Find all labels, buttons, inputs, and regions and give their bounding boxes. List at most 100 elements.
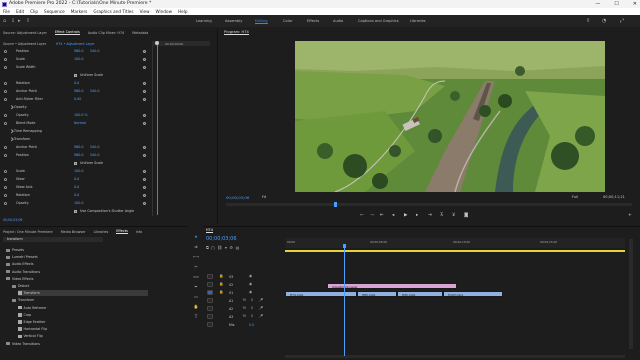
effect-controls-tab-0[interactable]: Source: Adjustment Layer [3, 31, 47, 35]
fit-dropdown[interactable]: Fit [262, 195, 266, 199]
pen-tool-icon[interactable]: ✒ [193, 284, 199, 290]
sequence-clip-label[interactable]: H74 • Adjustment Layer [56, 42, 95, 46]
track-target-toggle[interactable] [207, 290, 213, 295]
property-value[interactable]: 960.0 [74, 48, 83, 54]
property-value[interactable]: Normal [74, 120, 86, 126]
menu-item-markers[interactable]: Markers [71, 8, 88, 15]
reset-icon[interactable] [143, 89, 146, 93]
track-target-toggle[interactable] [207, 274, 213, 279]
export-icon[interactable]: ⇧ [26, 18, 30, 24]
program-timecode[interactable]: 00;00;03;06 [226, 195, 249, 200]
timeline-horizontal-scrollbar[interactable] [285, 355, 625, 358]
effects-tree-item[interactable]: Crop [18, 312, 198, 318]
project-tab-4[interactable]: Info [136, 230, 142, 234]
effects-tree-item[interactable]: Presets [6, 247, 186, 253]
stopwatch-icon[interactable] [4, 58, 7, 61]
stopwatch-icon[interactable] [4, 186, 7, 189]
workspace-tab-libraries[interactable]: Libraries [410, 19, 426, 23]
workspace-tab-effects[interactable]: Effects [307, 19, 319, 23]
play-icon[interactable]: ▶ [404, 213, 407, 218]
stopwatch-icon[interactable] [4, 202, 7, 205]
effects-search-input[interactable]: transform [3, 237, 103, 242]
property-value[interactable]: 960.0 [74, 152, 83, 158]
reset-icon[interactable] [143, 201, 146, 205]
go-to-out-icon[interactable]: ⇥ [428, 213, 432, 218]
effects-tree-item[interactable]: Auto Reframe [18, 305, 198, 311]
reset-icon[interactable] [143, 193, 146, 197]
timeline-clip[interactable]: H95.mp4 [397, 291, 443, 297]
reset-icon[interactable] [143, 145, 146, 149]
selection-tool-icon[interactable]: ➤ [193, 234, 199, 240]
effects-tree-item[interactable]: Audio Effects [6, 261, 186, 267]
uniform-checkbox[interactable] [74, 209, 77, 213]
voiceover-icon[interactable]: 🎤 [259, 298, 263, 302]
menu-item-help[interactable]: Help [178, 8, 188, 15]
stopwatch-icon[interactable] [4, 178, 7, 181]
nest-icon[interactable]: ⧉ [206, 245, 209, 250]
solo-icon[interactable]: S [251, 298, 253, 302]
effects-tree-item[interactable]: Video Transitions [6, 341, 186, 347]
workspace-tab-audio[interactable]: Audio [333, 19, 343, 23]
stopwatch-icon[interactable] [4, 170, 7, 173]
timeline-clip[interactable]: H85.mp4 [357, 291, 397, 297]
uniform-checkbox[interactable] [74, 73, 77, 77]
step-forward-icon[interactable]: ▸ [416, 213, 418, 218]
twirl-icon[interactable] [9, 137, 14, 142]
project-tab-3[interactable]: Effects [116, 229, 128, 234]
property-value[interactable]: 0.0 [74, 80, 79, 86]
rectangle-tool-icon[interactable]: ▭ [193, 294, 199, 300]
mix-value[interactable]: 0.0 [249, 323, 254, 327]
effect-controls-tab-3[interactable]: Metadata [132, 31, 148, 35]
mark-in-icon[interactable]: ⌐ [360, 213, 364, 218]
timeline-clip[interactable]: H103.mp4 [443, 291, 503, 297]
workspace-tab-assembly[interactable]: Assembly [225, 19, 242, 23]
property-value[interactable]: 0.00 [74, 96, 81, 102]
workspace-tab-color[interactable]: Color [283, 19, 292, 23]
toggle-output-icon[interactable]: ◉ [249, 282, 252, 286]
property-value[interactable]: 0.0 [74, 192, 79, 198]
extract-icon[interactable]: ⊻ [452, 213, 455, 218]
effects-tree-item[interactable]: Transform [12, 297, 192, 303]
menu-item-window[interactable]: Window [156, 8, 173, 15]
program-playhead[interactable] [334, 202, 337, 207]
property-value-2[interactable]: 540.0 [90, 144, 99, 150]
track-lock-icon[interactable]: 🔒 [219, 274, 223, 278]
menu-item-view[interactable]: View [140, 8, 150, 15]
quick-export-icon[interactable]: ⇪ [586, 18, 590, 24]
effects-tree-item[interactable]: Audio Transitions [6, 269, 186, 275]
type-tool-icon[interactable]: T [193, 314, 199, 320]
stopwatch-icon[interactable] [4, 90, 7, 93]
stopwatch-icon[interactable] [4, 66, 7, 69]
slip-tool-icon[interactable]: ⟺ [193, 274, 199, 280]
mute-icon[interactable]: M [243, 306, 246, 310]
lift-icon[interactable]: ⊼ [440, 213, 443, 218]
voiceover-icon[interactable]: 🎤 [259, 306, 263, 310]
timeline-clip[interactable]: H74.mp4 [285, 291, 357, 297]
add-marker-icon[interactable]: ▾ [225, 245, 227, 250]
workspace-tab-captions-and-graphics[interactable]: Captions and Graphics [358, 19, 399, 23]
mute-icon[interactable]: M [243, 314, 246, 318]
mute-icon[interactable]: M [243, 298, 246, 302]
track-target-toggle[interactable] [207, 306, 213, 311]
solo-icon[interactable]: S [251, 306, 253, 310]
reset-icon[interactable] [143, 49, 146, 53]
stopwatch-icon[interactable] [4, 122, 7, 125]
notifications-icon[interactable]: ◔ [602, 18, 606, 24]
track-lock-icon[interactable]: 🔒 [219, 290, 223, 294]
stopwatch-icon[interactable] [4, 194, 7, 197]
reset-icon[interactable] [143, 169, 146, 173]
quality-dropdown[interactable]: Full [572, 195, 578, 199]
mark-out-icon[interactable]: ¬ [370, 213, 374, 218]
menu-item-file[interactable]: File [3, 8, 10, 15]
linked-selection-icon[interactable]: ⛓ [217, 245, 222, 250]
stopwatch-icon[interactable] [4, 98, 7, 101]
captions-icon[interactable]: ▤ [236, 245, 240, 250]
property-value[interactable]: 0.0 [74, 184, 79, 190]
reset-icon[interactable] [143, 185, 146, 189]
uniform-checkbox[interactable] [74, 161, 77, 165]
voiceover-icon[interactable]: 🎤 [259, 314, 263, 318]
property-value[interactable]: 960.0 [74, 88, 83, 94]
home-icon[interactable]: ⌂ [3, 18, 6, 24]
export-frame-icon[interactable]: ◙ [464, 213, 468, 218]
timeline-settings-icon[interactable]: ⚙ [229, 245, 233, 250]
